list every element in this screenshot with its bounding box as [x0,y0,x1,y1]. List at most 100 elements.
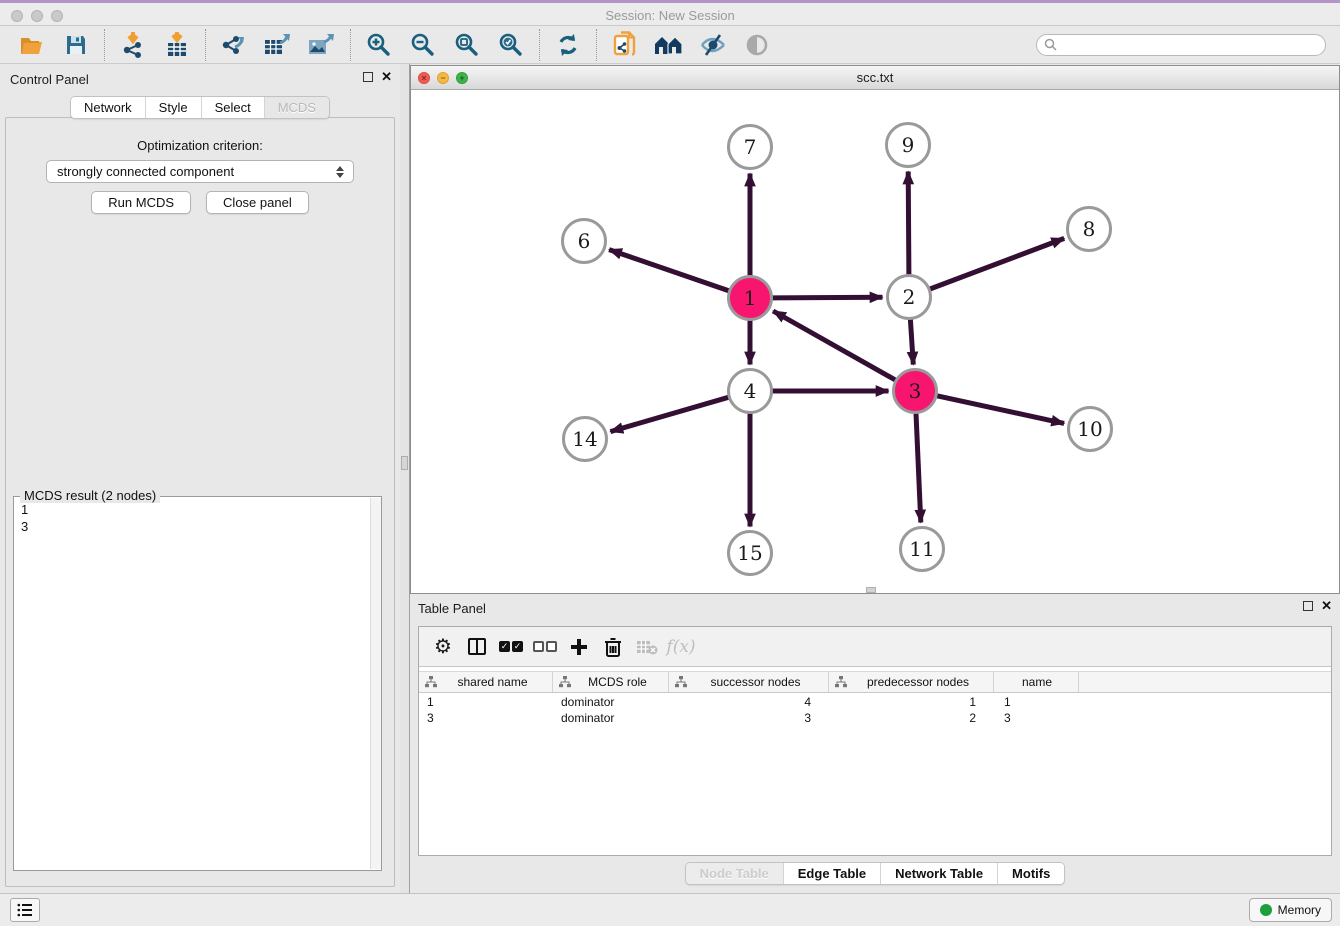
graph-node-3[interactable]: 3 [894,370,937,413]
birdseye-view-icon[interactable] [742,30,772,60]
import-network-icon[interactable] [118,30,148,60]
graph-node-1[interactable]: 1 [729,277,772,320]
zoom-fit-icon[interactable] [452,30,482,60]
refresh-layout-icon[interactable] [553,30,583,60]
graph-node-11[interactable]: 11 [901,528,944,571]
search-input[interactable] [1036,34,1326,56]
status-bar: Memory [0,893,1340,926]
optimization-criterion-label: Optimization criterion: [6,138,394,153]
float-panel-icon[interactable] [363,72,373,82]
graph-node-15[interactable]: 15 [729,532,772,575]
graph-edge-2-3[interactable] [910,320,913,365]
delete-column-icon[interactable] [599,633,627,661]
tab-edge-table[interactable]: Edge Table [783,863,880,884]
list-icon [17,903,33,917]
run-mcds-button[interactable]: Run MCDS [91,191,191,214]
toggle-graphics-details-icon[interactable] [698,30,728,60]
network-overview-icon[interactable] [654,30,684,60]
search-icon [1044,38,1058,52]
graph-node-8[interactable]: 8 [1068,208,1111,251]
export-image-icon[interactable] [307,30,337,60]
svg-text:9: 9 [902,133,915,157]
tab-select[interactable]: Select [201,97,264,118]
svg-text:1: 1 [744,286,757,310]
network-window-titlebar[interactable]: × − + scc.txt [411,66,1339,90]
add-column-icon[interactable] [565,633,593,661]
graph-node-6[interactable]: 6 [563,220,606,263]
table-row[interactable]: 1 dominator 4 1 1 [419,694,1331,710]
column-header-name[interactable]: name [994,672,1079,692]
task-history-button[interactable] [10,898,40,922]
graph-edge-3-10[interactable] [937,396,1064,424]
graph-edge-2-8[interactable] [930,238,1064,289]
mcds-result-list[interactable]: 1 3 [14,498,369,870]
vertical-splitter[interactable] [400,64,410,893]
export-network-icon[interactable] [219,30,249,60]
svg-text:8: 8 [1083,217,1096,241]
column-type-icon [675,676,687,688]
graph-node-14[interactable]: 14 [564,418,607,461]
column-header-mcds-role[interactable]: MCDS role [553,672,669,692]
deselect-all-columns-icon[interactable] [531,633,559,661]
float-table-panel-icon[interactable] [1303,601,1313,611]
control-panel: Control Panel ✕ Network Style Select MCD… [0,64,400,893]
memory-button[interactable]: Memory [1249,898,1332,922]
table-settings-gear-icon[interactable]: ⚙ [429,633,457,661]
svg-text:10: 10 [1077,417,1102,441]
show-columns-icon[interactable] [463,633,491,661]
zoom-in-icon[interactable] [364,30,394,60]
result-scrollbar[interactable] [370,498,381,869]
table-row[interactable]: 3 dominator 3 2 3 [419,710,1331,726]
control-panel-title: Control Panel [10,72,89,87]
close-table-panel-icon[interactable]: ✕ [1321,601,1332,611]
duplicate-network-icon[interactable] [610,30,640,60]
graph-node-7[interactable]: 7 [729,126,772,169]
zoom-selected-icon[interactable] [496,30,526,60]
import-table-icon[interactable] [162,30,192,60]
graph-edge-3-1[interactable] [773,311,895,380]
column-header-shared-name[interactable]: shared name [419,672,553,692]
resize-grip[interactable] [866,587,876,593]
graph-edge-1-6[interactable] [609,250,729,291]
window-titlebar: Session: New Session [0,0,1340,26]
zoom-out-icon[interactable] [408,30,438,60]
delete-table-icon-disabled [633,633,661,661]
dropdown-stepper-icon [333,164,347,180]
network-canvas[interactable]: 7 9 6 8 1 2 4 3 14 10 15 11 [411,90,1339,593]
splitter-handle[interactable] [401,456,408,470]
graph-edge-1-2[interactable] [773,297,883,298]
mcds-result-groupbox: MCDS result (2 nodes) 1 3 [13,496,382,871]
memory-status-icon [1260,904,1272,916]
svg-text:15: 15 [737,541,762,565]
column-type-icon [835,676,847,688]
tab-network-table[interactable]: Network Table [880,863,997,884]
graph-node-4[interactable]: 4 [729,370,772,413]
column-header-predecessor-nodes[interactable]: predecessor nodes [829,672,994,692]
function-builder-icon-disabled: f(x) [667,633,695,661]
tab-node-table[interactable]: Node Table [686,863,783,884]
select-all-columns-icon[interactable]: ✓✓ [497,633,525,661]
table-panel: Table Panel ✕ ⚙ ✓✓ f(x) shared name [410,594,1340,893]
export-table-icon[interactable] [263,30,293,60]
svg-text:4: 4 [744,379,757,403]
save-session-icon[interactable] [61,30,91,60]
column-header-successor-nodes[interactable]: successor nodes [669,672,829,692]
tab-mcds[interactable]: MCDS [264,97,329,118]
graph-edge-3-11[interactable] [916,414,921,523]
table-header[interactable]: shared name MCDS role successor nodes pr… [419,671,1331,693]
graph-edge-4-14[interactable] [610,397,728,431]
tab-motifs[interactable]: Motifs [997,863,1064,884]
criterion-dropdown[interactable]: strongly connected component [46,160,354,183]
table-toolbar: ⚙ ✓✓ f(x) [419,627,1331,667]
tab-network[interactable]: Network [71,97,145,118]
close-panel-button[interactable]: Close panel [206,191,309,214]
tab-style[interactable]: Style [145,97,201,118]
graph-edge-2-9[interactable] [908,172,909,275]
svg-text:14: 14 [572,427,597,451]
svg-text:6: 6 [578,229,591,253]
graph-node-10[interactable]: 10 [1069,408,1112,451]
close-panel-icon[interactable]: ✕ [381,72,392,82]
graph-node-2[interactable]: 2 [888,276,931,319]
open-file-icon[interactable] [17,30,47,60]
graph-node-9[interactable]: 9 [887,124,930,167]
